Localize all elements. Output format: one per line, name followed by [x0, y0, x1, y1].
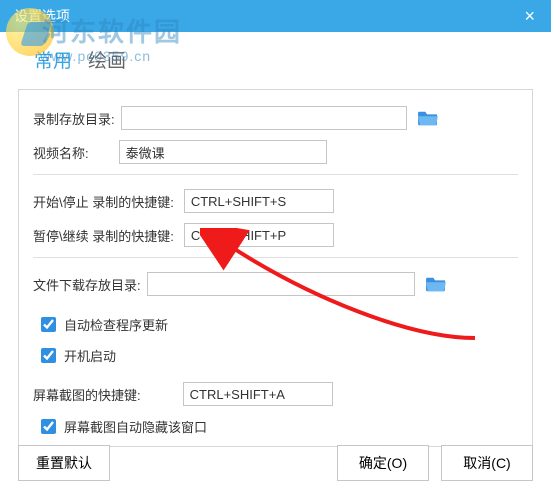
label-hotkey-screenshot: 屏幕截图的快捷键:: [33, 385, 141, 404]
row-chk-autostart: 开机启动: [37, 345, 518, 366]
settings-panel: 录制存放目录: 视频名称: 开始\停止 录制的快捷键: 暂停\继续 录制的快捷键…: [18, 89, 533, 447]
record-dir-input[interactable]: [121, 106, 407, 130]
label-download-dir: 文件下载存放目录:: [33, 275, 141, 294]
label-record-dir: 录制存放目录:: [33, 109, 115, 128]
chk-autoupdate[interactable]: [41, 317, 56, 332]
tabs: 常用 绘画: [0, 32, 551, 79]
label-video-name: 视频名称:: [33, 143, 89, 162]
row-hotkey-startstop: 开始\停止 录制的快捷键:: [33, 189, 518, 213]
tab-general[interactable]: 常用: [34, 46, 72, 79]
video-name-input[interactable]: [119, 140, 327, 164]
hotkey-startstop-input[interactable]: [184, 189, 334, 213]
row-video-name: 视频名称:: [33, 140, 518, 164]
download-dir-input[interactable]: [147, 272, 415, 296]
row-hotkey-screenshot: 屏幕截图的快捷键:: [33, 382, 518, 406]
row-record-dir: 录制存放目录:: [33, 106, 518, 130]
label-hotkey-pauseresume: 暂停\继续 录制的快捷键:: [33, 226, 174, 245]
label-chk-autostart: 开机启动: [64, 346, 116, 365]
window-title: 设置选项: [10, 6, 70, 26]
cancel-button[interactable]: 取消(C): [441, 445, 533, 481]
row-hotkey-pauseresume: 暂停\继续 录制的快捷键:: [33, 223, 518, 247]
hotkey-pauseresume-input[interactable]: [184, 223, 334, 247]
label-chk-autoupdate: 自动检查程序更新: [64, 315, 168, 334]
close-icon[interactable]: ×: [518, 3, 541, 29]
row-download-dir: 文件下载存放目录:: [33, 272, 518, 296]
reset-button[interactable]: 重置默认: [18, 445, 110, 481]
titlebar: 设置选项 ×: [0, 0, 551, 32]
row-chk-autoupdate: 自动检查程序更新: [37, 314, 518, 335]
hotkey-screenshot-input[interactable]: [183, 382, 333, 406]
footer: 重置默认 确定(O) 取消(C): [0, 426, 551, 500]
tab-draw[interactable]: 绘画: [88, 46, 126, 79]
label-hotkey-startstop: 开始\停止 录制的快捷键:: [33, 192, 174, 211]
chk-autostart[interactable]: [41, 348, 56, 363]
separator: [33, 257, 518, 258]
folder-icon[interactable]: [425, 275, 447, 293]
separator: [33, 174, 518, 175]
ok-button[interactable]: 确定(O): [337, 445, 429, 481]
folder-icon[interactable]: [417, 109, 439, 127]
